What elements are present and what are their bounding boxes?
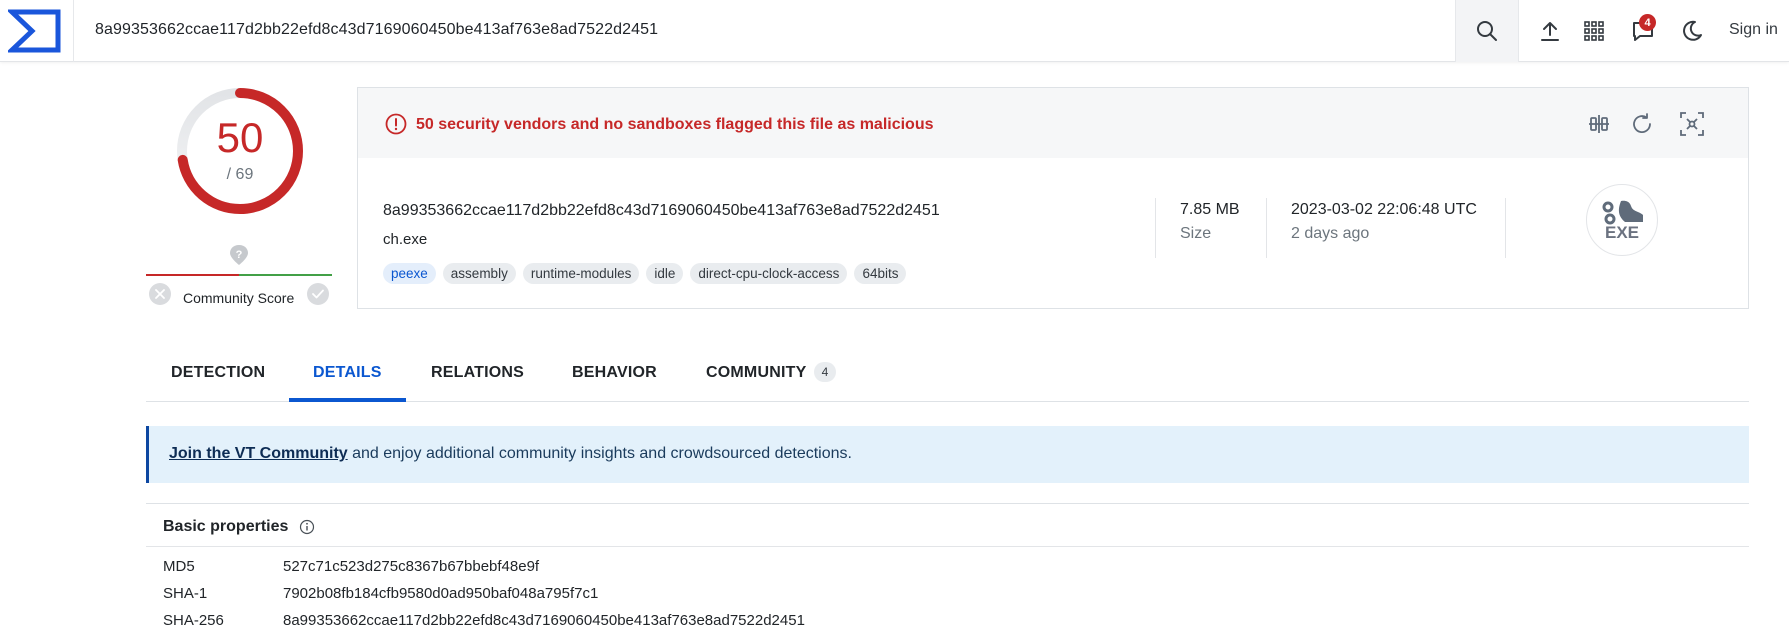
property-value[interactable]: 527c71c523d275c8367b67bbebf48e9f [283, 558, 539, 575]
property-label: MD5 [163, 558, 195, 575]
check-icon [312, 289, 324, 299]
tab-behavior[interactable]: BEHAVIOR [572, 364, 657, 382]
dark-mode-toggle[interactable] [1678, 17, 1706, 45]
vote-harmful-button[interactable] [149, 283, 171, 305]
property-value[interactable]: 8a99353662ccae117d2bb22efd8c43d716906045… [283, 612, 805, 629]
score-detections: 50 [216, 114, 264, 161]
compare-button[interactable] [1585, 110, 1613, 138]
join-community-link[interactable]: Join the VT Community [169, 445, 348, 462]
divider [1266, 198, 1267, 258]
vote-harmless-button[interactable] [307, 283, 329, 305]
apps-button[interactable] [1580, 17, 1608, 45]
file-tag[interactable]: peexe [383, 263, 436, 284]
report-tabs: DETECTION DETAILS RELATIONS BEHAVIOR COM… [146, 340, 1749, 402]
refresh-icon [1633, 113, 1651, 133]
divider [1155, 198, 1156, 258]
virustotal-logo-icon[interactable] [8, 8, 62, 54]
divider [146, 546, 1749, 547]
file-type-badge: EXE [1586, 184, 1658, 256]
property-label: SHA-1 [163, 585, 208, 602]
tab-relations[interactable]: RELATIONS [431, 364, 524, 382]
notifications-badge: 4 [1639, 14, 1656, 31]
upload-button[interactable] [1536, 17, 1564, 45]
file-tag[interactable]: idle [646, 263, 684, 284]
community-count-badge: 4 [814, 362, 836, 382]
file-tags: peexe assembly runtime-modules idle dire… [383, 263, 907, 284]
community-score-positive-bar [239, 274, 332, 276]
file-hash[interactable]: 8a99353662ccae117d2bb22efd8c43d716906045… [383, 202, 940, 220]
top-bar: 8a99353662ccae117d2bb22efd8c43d716906045… [0, 0, 1789, 62]
search-icon [1477, 21, 1497, 41]
upload-icon [1541, 22, 1559, 41]
community-score-label: Community Score [183, 290, 295, 306]
file-tag[interactable]: runtime-modules [522, 263, 640, 284]
svg-text:?: ? [236, 249, 243, 261]
property-label: SHA-256 [163, 612, 224, 629]
compare-icon [1589, 115, 1609, 133]
detection-score: 50 / 69 [175, 86, 305, 216]
search-input[interactable]: 8a99353662ccae117d2bb22efd8c43d716906045… [95, 21, 658, 39]
graph-button[interactable] [1678, 110, 1706, 138]
alert-circle-icon [385, 113, 407, 135]
tab-community[interactable]: COMMUNITY [706, 364, 806, 382]
alert-message: 50 security vendors and no sandboxes fla… [416, 116, 934, 133]
community-score-marker-icon: ? [230, 245, 248, 265]
graph-focus-icon [1680, 112, 1704, 136]
apps-grid-icon [1584, 21, 1604, 41]
active-tab-indicator [289, 398, 406, 402]
analysis-date: 2023-03-02 22:06:48 UTC [1291, 201, 1477, 218]
file-size-value: 7.85 MB [1180, 201, 1240, 218]
score-total: / 69 [226, 166, 254, 183]
banner-message: Join the VT Community and enjoy addition… [169, 445, 852, 463]
banner-text: and enjoy additional community insights … [347, 445, 852, 462]
search-button[interactable] [1455, 0, 1519, 62]
tab-details[interactable]: DETAILS [313, 364, 382, 382]
file-tag[interactable]: assembly [442, 263, 516, 284]
reanalyze-button[interactable] [1628, 110, 1656, 138]
logo-divider [73, 0, 74, 62]
divider [1505, 198, 1506, 258]
community-score-negative-bar [146, 274, 239, 276]
file-tag[interactable]: direct-cpu-clock-access [690, 263, 848, 284]
file-summary-card: 50 security vendors and no sandboxes fla… [357, 87, 1749, 309]
close-icon [155, 289, 165, 299]
section-title: Basic properties [163, 518, 289, 535]
sign-in-link[interactable]: Sign in [1729, 21, 1778, 39]
file-tag[interactable]: 64bits [854, 263, 907, 284]
info-icon[interactable] [299, 519, 315, 535]
community-banner: Join the VT Community and enjoy addition… [146, 426, 1749, 483]
basic-properties-section: Basic properties MD5 527c71c523d275c8367… [146, 503, 1749, 632]
alert-header: 50 security vendors and no sandboxes fla… [358, 88, 1748, 158]
tab-detection[interactable]: DETECTION [171, 364, 265, 382]
property-value[interactable]: 7902b08fb184cfb9580d0ad950baf048a795f7c1 [283, 585, 598, 602]
file-name: ch.exe [383, 231, 428, 248]
file-size-label: Size [1180, 225, 1212, 242]
analysis-date-relative: 2 days ago [1291, 225, 1370, 242]
moon-icon [1683, 20, 1702, 41]
file-type-label: EXE [1604, 223, 1640, 242]
